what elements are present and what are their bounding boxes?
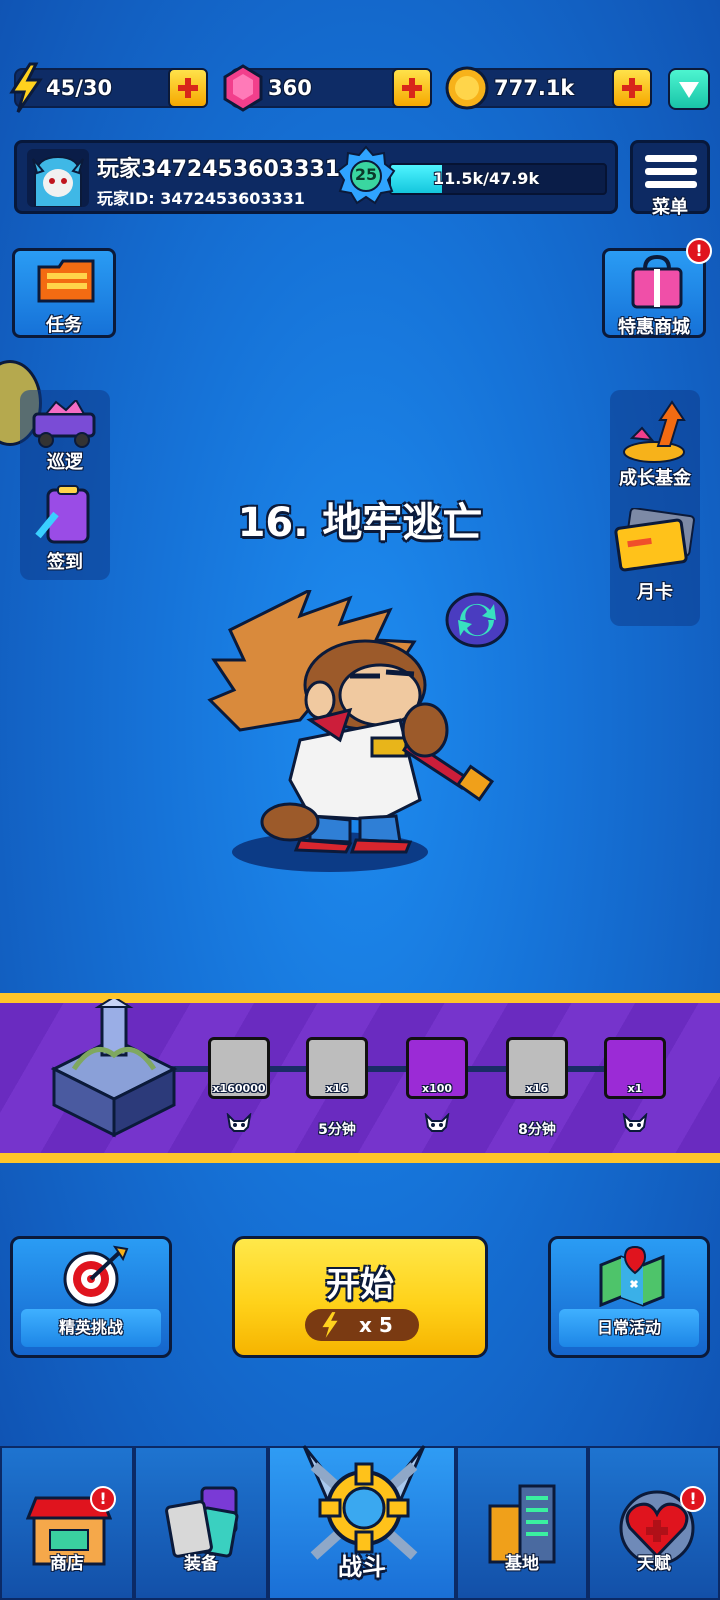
lightning-icon bbox=[322, 1312, 338, 1338]
boss-skull-icon bbox=[622, 1113, 648, 1132]
battle-crest-icon bbox=[302, 1445, 426, 1560]
reward-item[interactable]: x100 bbox=[406, 1037, 468, 1099]
reward-count: x16 bbox=[325, 1082, 349, 1095]
dungeon-castle-icon[interactable] bbox=[44, 999, 184, 1139]
player-profile-panel[interactable]: 玩家3472453603331 玩家ID: 3472453603331 11.5… bbox=[14, 140, 618, 214]
add-coins-button[interactable] bbox=[612, 68, 652, 108]
reward-count: x1 bbox=[627, 1082, 643, 1095]
shield-button[interactable] bbox=[668, 68, 710, 110]
reward-item[interactable]: x16 bbox=[506, 1037, 568, 1099]
start-button[interactable]: 开始 x 5 bbox=[232, 1236, 488, 1358]
nav-talent-label: 天赋 bbox=[637, 1554, 671, 1574]
tasks-button[interactable]: 任务 bbox=[12, 248, 116, 338]
add-energy-button[interactable] bbox=[168, 68, 208, 108]
menu-button[interactable]: 菜单 bbox=[630, 140, 710, 218]
player-name: 玩家3472453603331 bbox=[97, 157, 340, 182]
nav-base-label: 基地 bbox=[505, 1554, 539, 1574]
folder-icon bbox=[37, 259, 95, 303]
monthly-card-label: 月卡 bbox=[637, 582, 673, 603]
reward-unlock-label: 8分钟 bbox=[518, 1122, 556, 1138]
xp-progress-bar: 11.5k/47.9k bbox=[389, 163, 607, 195]
stage-title: 16. 地牢逃亡 bbox=[237, 500, 483, 546]
daily-events-button[interactable]: 日常活动 bbox=[548, 1236, 710, 1358]
shield-icon bbox=[679, 82, 699, 98]
coin-icon bbox=[445, 66, 489, 110]
reward-item[interactable]: x1 bbox=[604, 1037, 666, 1099]
nav-base[interactable]: 基地 bbox=[456, 1446, 588, 1600]
target-icon bbox=[63, 1245, 129, 1307]
avatar[interactable] bbox=[27, 149, 89, 207]
reward-item[interactable]: x16 bbox=[306, 1037, 368, 1099]
left-side-panel: 巡逻 签到 bbox=[20, 390, 110, 580]
nav-equipment-label: 装备 bbox=[184, 1554, 218, 1574]
reward-count: x160000 bbox=[212, 1082, 266, 1095]
level-number: 25 bbox=[354, 165, 378, 184]
coin-value: 777.1k bbox=[494, 76, 575, 100]
map-icon bbox=[599, 1245, 665, 1307]
elite-challenge-button[interactable]: 精英挑战 bbox=[10, 1236, 172, 1358]
menu-label: 菜单 bbox=[652, 197, 688, 218]
xp-text: 11.5k/47.9k bbox=[433, 169, 540, 188]
gift-bag-icon bbox=[631, 255, 683, 309]
boss-skull-icon bbox=[226, 1113, 252, 1132]
patrol-label: 巡逻 bbox=[47, 452, 83, 473]
add-gems-button[interactable] bbox=[392, 68, 432, 108]
gem-value: 360 bbox=[268, 76, 312, 100]
boss-skull-icon bbox=[424, 1113, 450, 1132]
reward-track: x160000 x16 5分钟 x100 x16 8分钟 x1 bbox=[0, 993, 720, 1163]
nav-shop-label: 商店 bbox=[50, 1554, 84, 1574]
daily-events-label: 日常活动 bbox=[559, 1309, 699, 1347]
nav-talent[interactable]: 天赋 bbox=[588, 1446, 720, 1600]
growth-fund-button[interactable]: 成长基金 bbox=[610, 390, 700, 490]
growth-arrow-icon bbox=[623, 400, 686, 463]
start-cost-pill: x 5 bbox=[305, 1309, 419, 1341]
reward-count: x16 bbox=[525, 1082, 549, 1095]
growth-fund-label: 成长基金 bbox=[619, 468, 691, 489]
menu-icon bbox=[645, 155, 697, 188]
special-shop-alert-badge: ! bbox=[686, 238, 712, 264]
gem-icon bbox=[223, 64, 263, 112]
reward-track-inner: x160000 x16 5分钟 x100 x16 8分钟 x1 bbox=[0, 999, 720, 1153]
reward-count: x100 bbox=[421, 1082, 453, 1095]
truck-icon bbox=[32, 400, 96, 448]
checkin-label: 签到 bbox=[47, 552, 83, 573]
lightning-icon bbox=[9, 62, 43, 113]
player-id: 玩家ID: 3472453603331 bbox=[97, 189, 305, 208]
shop-alert-badge: ! bbox=[90, 1486, 116, 1512]
hero-character[interactable] bbox=[200, 590, 510, 880]
start-label: 开始 bbox=[326, 1265, 394, 1305]
energy-value: 45/30 bbox=[46, 76, 113, 100]
reward-item[interactable]: x160000 bbox=[208, 1037, 270, 1099]
elite-challenge-label: 精英挑战 bbox=[21, 1309, 161, 1347]
talent-alert-badge: ! bbox=[680, 1486, 706, 1512]
nav-equipment[interactable]: 装备 bbox=[134, 1446, 268, 1600]
special-shop-label: 特惠商城 bbox=[618, 317, 690, 338]
nav-shop[interactable]: 商店 bbox=[0, 1446, 134, 1600]
patrol-button[interactable]: 巡逻 bbox=[20, 390, 110, 480]
start-cost-text: x 5 bbox=[359, 1313, 393, 1337]
reward-unlock-label: 5分钟 bbox=[318, 1122, 356, 1138]
tasks-label: 任务 bbox=[46, 315, 82, 336]
